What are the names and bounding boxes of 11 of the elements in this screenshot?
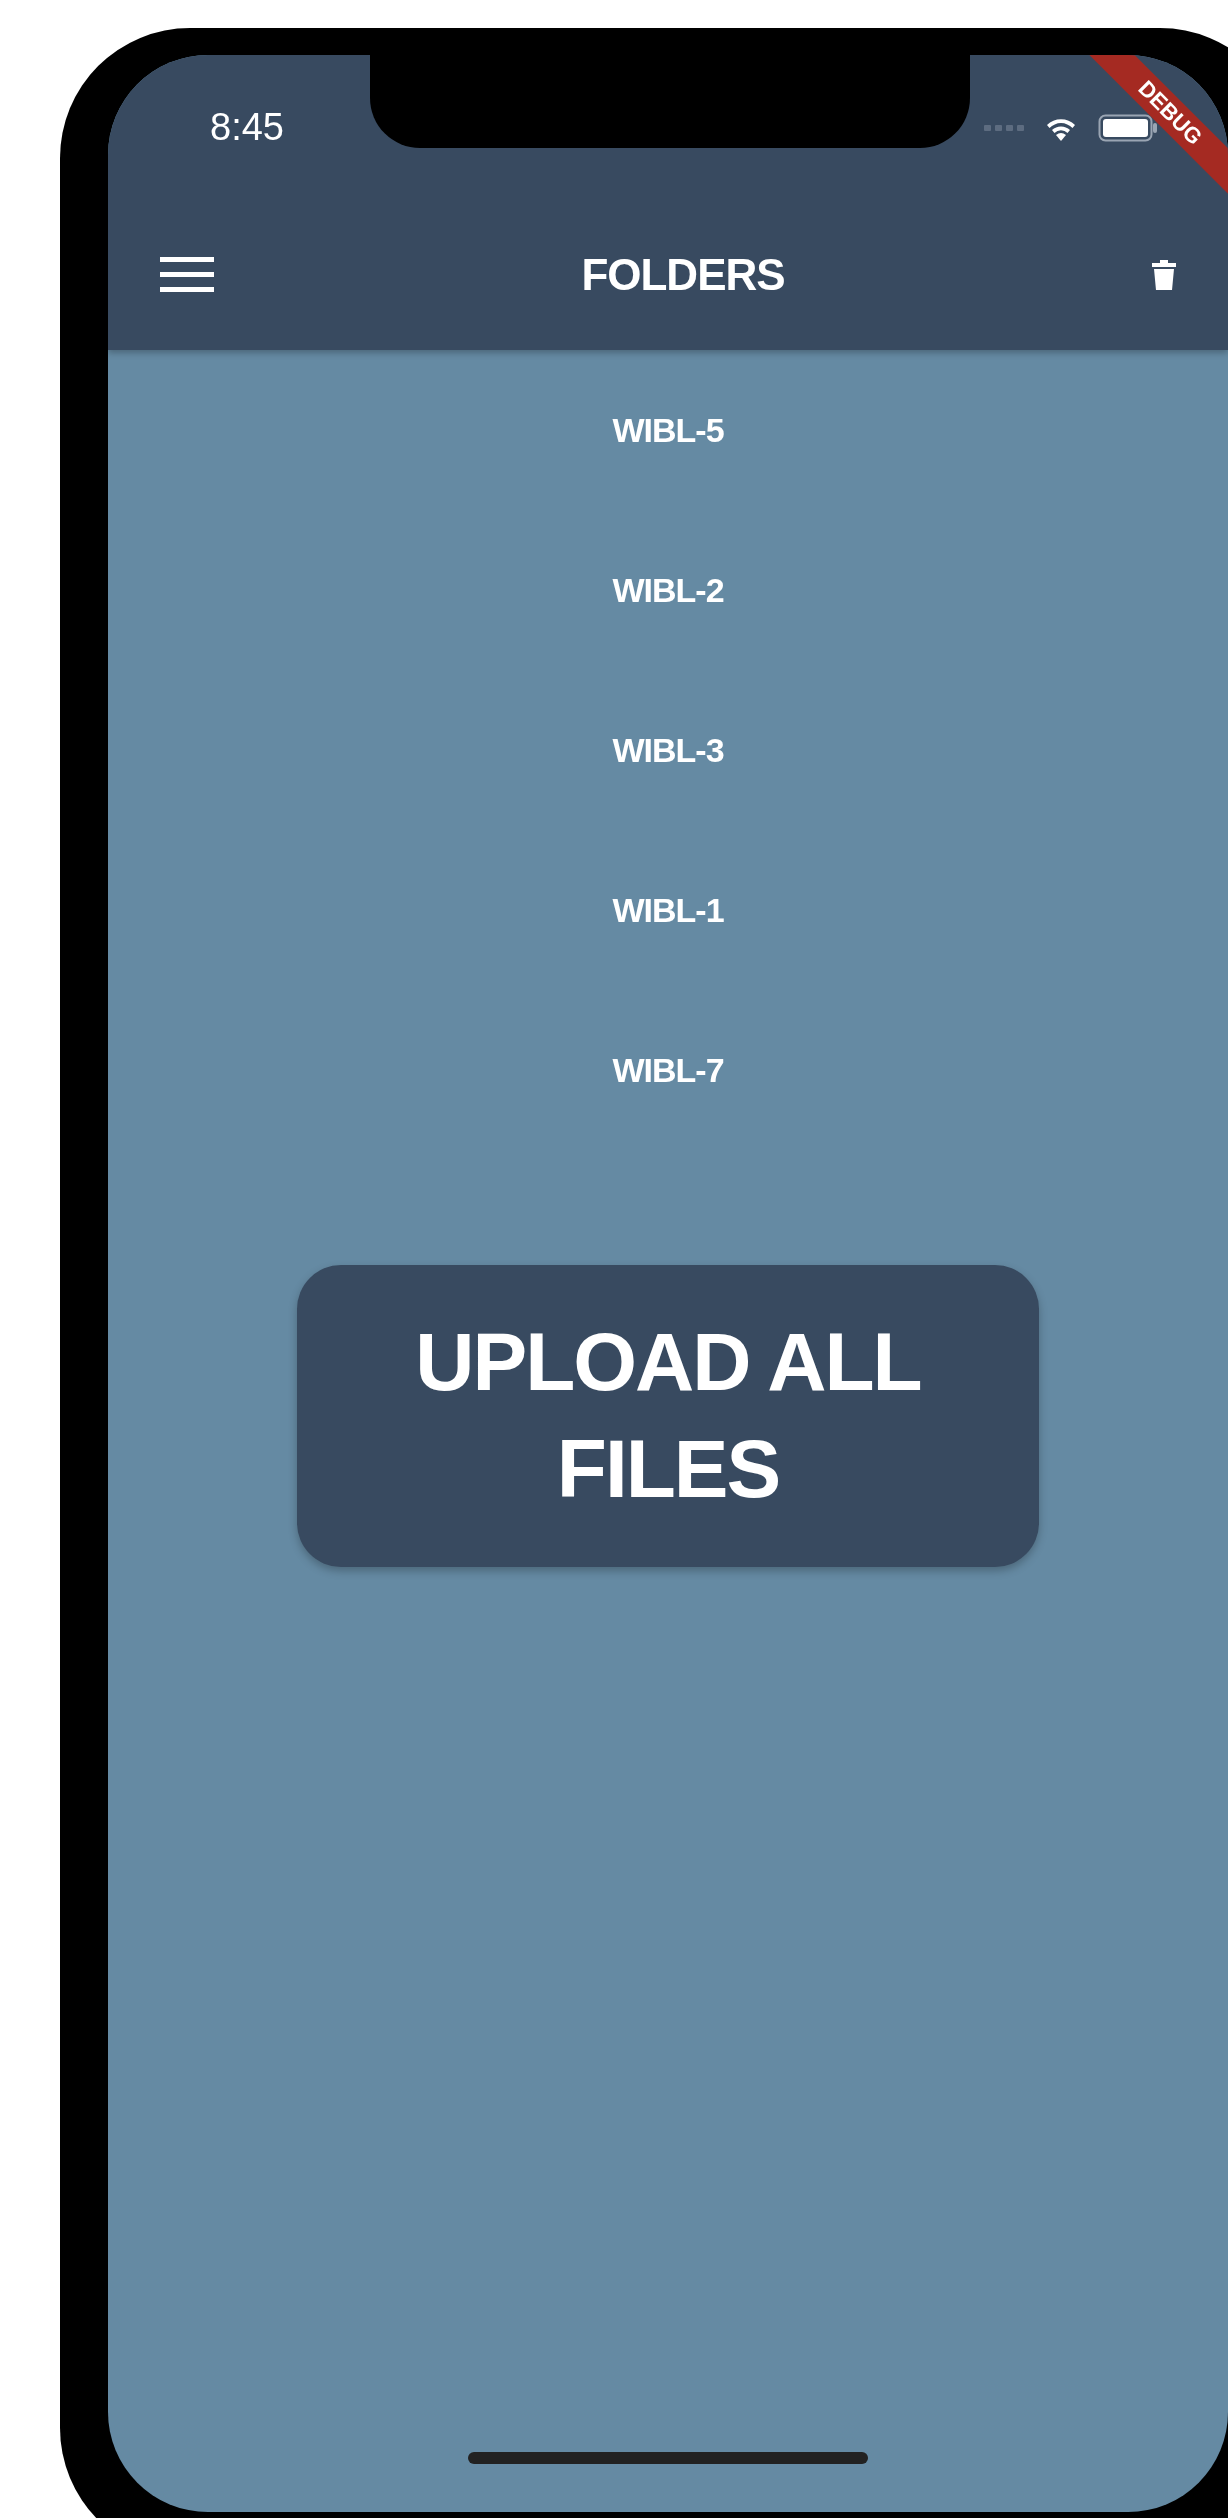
trash-icon[interactable]	[1152, 260, 1176, 290]
upload-button[interactable]: UPLOAD ALL FILES	[297, 1265, 1039, 1567]
status-time: 8:45	[210, 106, 284, 149]
folder-item[interactable]: WIBL-7	[612, 990, 724, 1150]
app-bar-title: FOLDERS	[581, 250, 785, 300]
folder-item[interactable]: WIBL-5	[612, 350, 724, 510]
signal-icon	[984, 123, 1024, 132]
menu-icon[interactable]	[160, 257, 214, 293]
folder-item[interactable]: WIBL-2	[612, 510, 724, 670]
folder-item[interactable]: WIBL-1	[612, 830, 724, 990]
folder-item[interactable]: WIBL-3	[612, 670, 724, 830]
